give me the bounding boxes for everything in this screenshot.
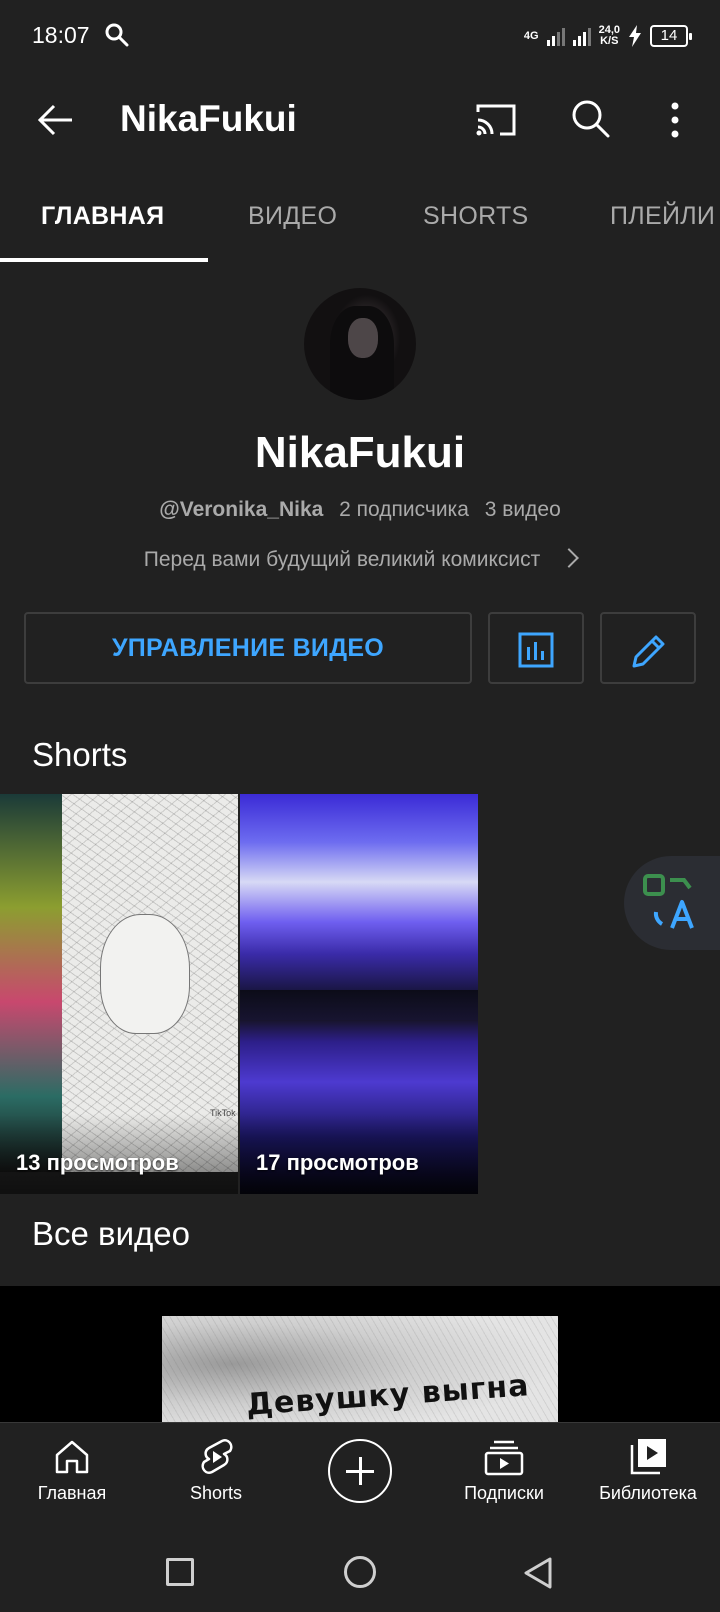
nav-shorts-label: Shorts (189, 1483, 243, 1503)
back-arrow-icon[interactable] (34, 98, 78, 142)
short-thumbnail[interactable]: TikTok 13 просмотров (0, 794, 238, 1194)
avatar[interactable] (304, 288, 416, 400)
tab-playlists[interactable]: ПЛЕЙЛИ (610, 202, 715, 231)
channel-description[interactable]: Перед вами будущий великий комиксист (0, 548, 720, 572)
charging-icon (629, 25, 641, 47)
nav-home-label: Главная (37, 1483, 107, 1503)
home-circle-icon[interactable] (344, 1556, 376, 1588)
cast-icon[interactable] (474, 100, 518, 140)
tab-indicator (0, 258, 208, 262)
recent-apps-icon[interactable] (166, 1558, 194, 1586)
tab-shorts[interactable]: SHORTS (423, 202, 529, 231)
battery-icon: 14 (650, 25, 692, 47)
app-bar: NikaFukui (0, 72, 720, 172)
net-speed: 24,0 K/S (598, 24, 620, 47)
status-indicators: 4G 24,0 K/S 14 (523, 22, 692, 50)
nav-subscriptions-label: Подписки (464, 1483, 544, 1503)
short-views: 17 просмотров (256, 1150, 419, 1175)
analytics-icon (518, 632, 554, 668)
create-plus-icon[interactable] (328, 1439, 392, 1503)
back-triangle-icon[interactable] (522, 1556, 554, 1590)
search-icon (105, 23, 129, 47)
nav-subscriptions[interactable]: Подписки (432, 1437, 576, 1504)
nav-library[interactable]: Библиотека (576, 1437, 720, 1504)
channel-name: NikaFukui (254, 428, 466, 477)
subscriber-count: 2 подписчика (339, 498, 469, 521)
subscriptions-icon (484, 1440, 524, 1476)
channel-tabs: ГЛАВНАЯ ВИДЕО SHORTS ПЛЕЙЛИ (0, 176, 720, 264)
video-count: 3 видео (484, 498, 561, 521)
analytics-button[interactable] (488, 612, 584, 684)
translate-icon (643, 874, 694, 929)
short-views: 13 просмотров (16, 1150, 179, 1175)
tab-videos[interactable]: ВИДЕО (248, 202, 337, 231)
signal-icon (572, 26, 591, 46)
nav-shorts[interactable]: Shorts (144, 1437, 288, 1504)
channel-meta: @Veronika_Nika 2 подписчика 3 видео (0, 498, 720, 522)
home-icon (55, 1440, 89, 1474)
signal-icon (546, 26, 565, 46)
status-bar: 18:07 4G 24,0 K/S 14 (0, 0, 720, 72)
more-vert-icon[interactable] (660, 98, 690, 142)
edit-pencil-icon (632, 635, 665, 668)
bottom-nav: Главная Shorts Подписки Библиотека (0, 1422, 720, 1534)
nav-library-label: Библиотека (599, 1483, 697, 1503)
nav-home[interactable]: Главная (0, 1437, 144, 1504)
video-thumbnail: Девушку выгна (162, 1316, 558, 1422)
search-icon[interactable] (570, 98, 612, 140)
shorts-icon (201, 1439, 233, 1474)
all-videos-section-title: Все видео (32, 1215, 190, 1252)
edit-channel-button[interactable] (600, 612, 696, 684)
video-preview[interactable]: Девушку выгна (0, 1286, 720, 1422)
manage-videos-button[interactable]: УПРАВЛЕНИЕ ВИДЕО (24, 612, 472, 684)
short-thumbnail[interactable]: 17 просмотров (240, 794, 478, 1194)
shorts-section-title: Shorts (32, 736, 128, 773)
app-bar-title: NikaFukui (120, 98, 297, 139)
status-time: 18:07 (32, 22, 90, 48)
library-icon (630, 1439, 666, 1475)
chevron-right-icon (559, 548, 580, 568)
tab-home[interactable]: ГЛАВНАЯ (41, 202, 164, 231)
network-type: 4G (523, 29, 539, 42)
channel-handle: @Veronika_Nika (159, 498, 324, 521)
description-text: Перед вами будущий великий комиксист (143, 548, 541, 571)
system-nav-bar (0, 1534, 720, 1612)
translate-floating-button[interactable] (624, 856, 720, 950)
